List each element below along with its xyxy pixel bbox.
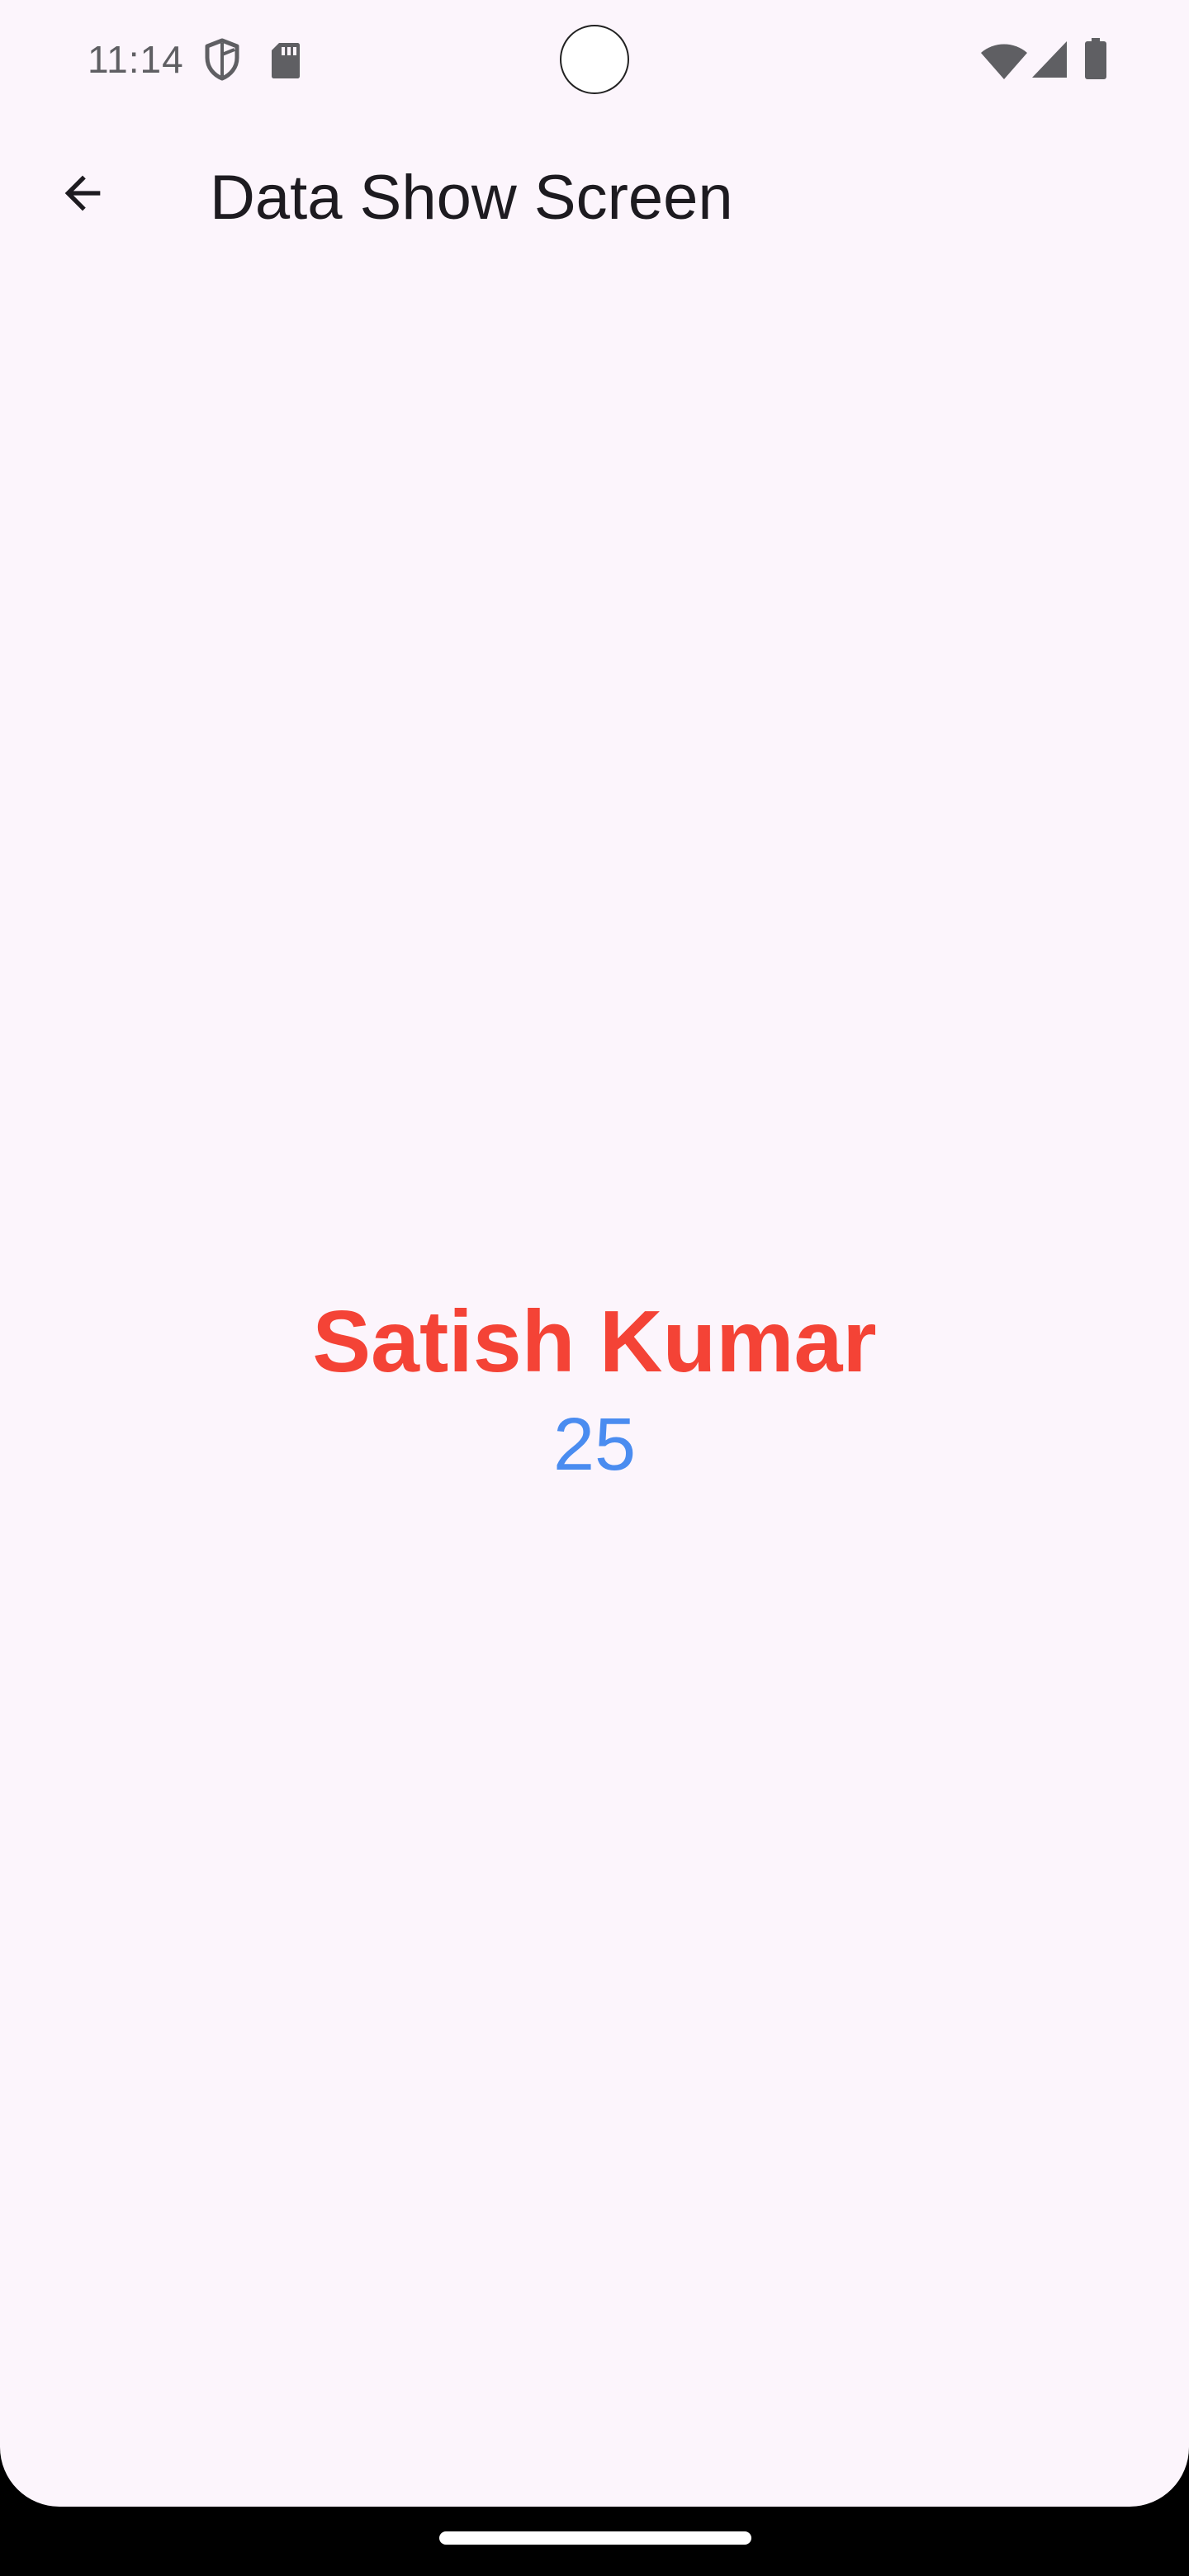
status-bar: 11:14 <box>0 0 1189 116</box>
status-time: 11:14 <box>88 38 184 81</box>
navigation-bar <box>0 2507 1189 2576</box>
home-gesture-handle[interactable] <box>439 2531 751 2545</box>
shield-icon <box>205 38 239 81</box>
app-screen: 11:14 Data Show Screen Satish Kumar 25 <box>0 0 1189 2507</box>
person-age-text: 25 <box>552 1404 637 1486</box>
top-app-bar: Data Show Screen <box>0 116 1189 281</box>
cell-signal-icon <box>1032 41 1067 78</box>
back-button[interactable] <box>36 147 129 239</box>
sd-card-icon <box>272 43 300 78</box>
person-name-text: Satish Kumar <box>312 1293 877 1390</box>
data-display: Satish Kumar 25 <box>0 1288 1189 1486</box>
wifi-icon <box>981 44 1027 79</box>
camera-cutout <box>560 25 629 94</box>
battery-icon <box>1085 38 1106 79</box>
arrow-back-icon <box>64 175 101 211</box>
page-title: Data Show Screen <box>210 163 733 233</box>
